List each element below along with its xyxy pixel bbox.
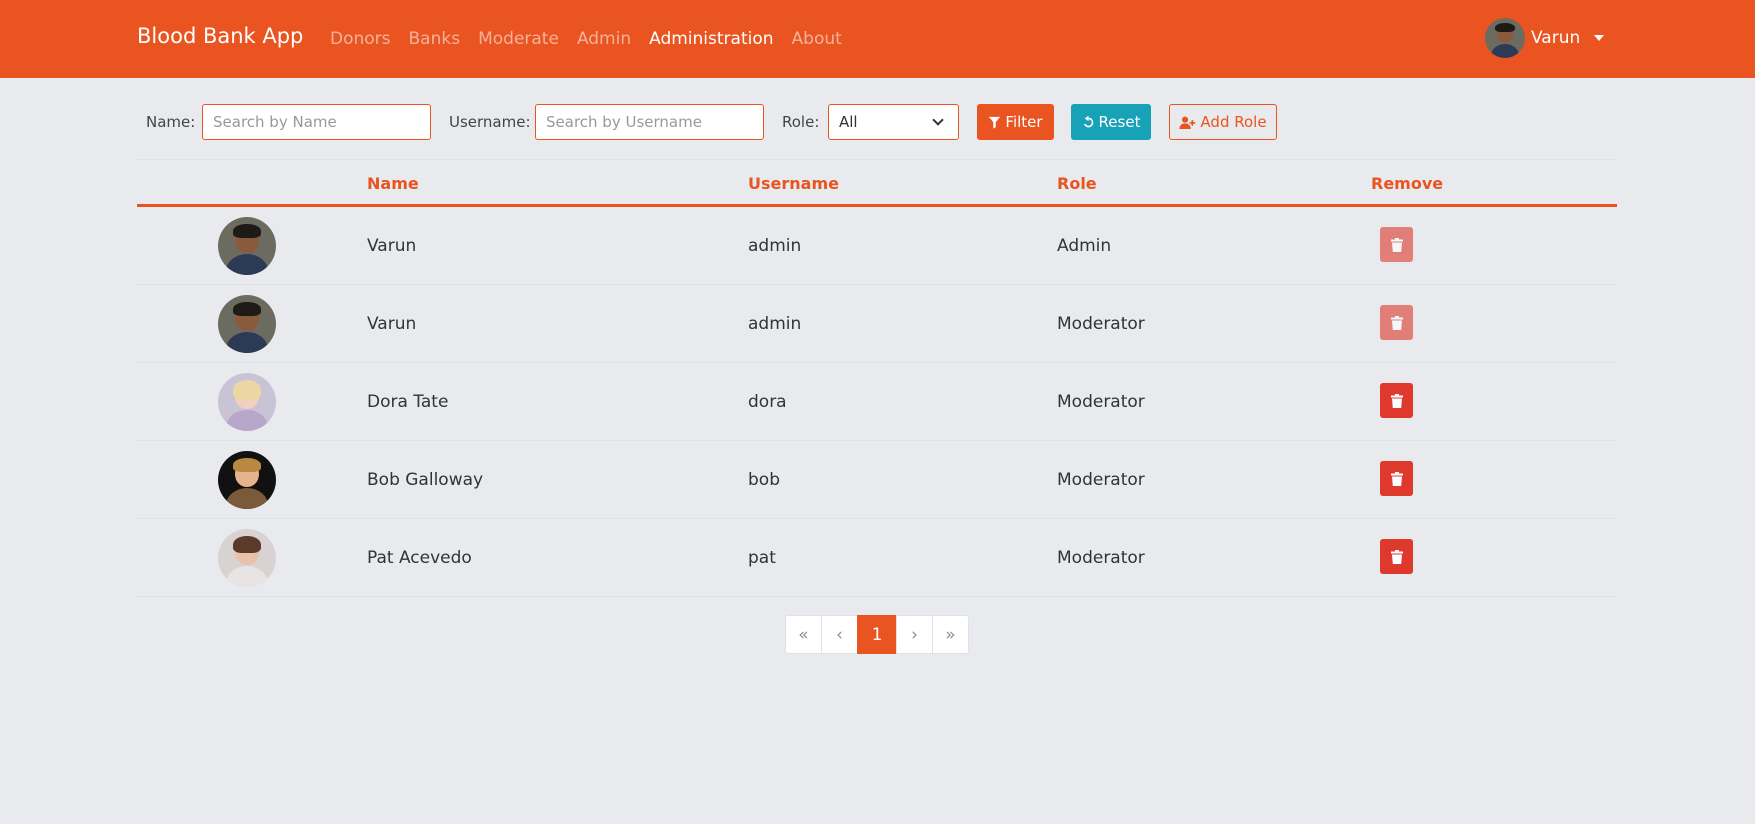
delete-button[interactable]: [1380, 383, 1413, 418]
pagination-last[interactable]: »: [932, 615, 969, 654]
nav-link-moderate[interactable]: Moderate: [478, 29, 559, 49]
user-name: Varun: [1531, 28, 1581, 48]
role-select-value: All: [839, 113, 858, 131]
user-menu-toggle[interactable]: Varun: [1485, 18, 1605, 58]
row-name: Pat Acevedo: [367, 548, 472, 568]
filter-button-label: Filter: [1005, 113, 1043, 131]
row-role: Moderator: [1057, 470, 1145, 490]
caret-down-icon: [1594, 35, 1605, 41]
row-name: Dora Tate: [367, 392, 449, 412]
row-name: Varun: [367, 314, 417, 334]
add-role-button[interactable]: Add Role: [1169, 104, 1277, 140]
delete-button[interactable]: [1380, 461, 1413, 496]
male-avatar-light: [218, 451, 276, 509]
male-avatar-dark: [218, 295, 276, 353]
row-username: bob: [748, 470, 780, 490]
name-label: Name:: [146, 113, 196, 131]
table-row: Bob Galloway bob Moderator: [137, 441, 1617, 519]
table-row: Varun admin Admin: [137, 207, 1617, 285]
female-avatar-brunette: [218, 529, 276, 587]
brand-title[interactable]: Blood Bank App: [137, 24, 303, 48]
row-role: Moderator: [1057, 314, 1145, 334]
row-role: Admin: [1057, 236, 1112, 256]
row-username: admin: [748, 314, 802, 334]
trash-icon: [1390, 315, 1403, 330]
header-role[interactable]: Role: [1057, 174, 1097, 193]
table-row: Pat Acevedo pat Moderator: [137, 519, 1617, 597]
header-username[interactable]: Username: [748, 174, 839, 193]
username-label: Username:: [449, 113, 531, 131]
delete-button[interactable]: [1380, 539, 1413, 574]
row-username: admin: [748, 236, 802, 256]
reset-button-label: Reset: [1098, 113, 1141, 131]
nav-links: Donors Banks Moderate Admin Administrati…: [330, 29, 842, 49]
pagination: « ‹ 1 › »: [785, 615, 969, 654]
nav-link-banks[interactable]: Banks: [409, 29, 461, 49]
filter-button[interactable]: Filter: [977, 104, 1054, 140]
pagination-next[interactable]: ›: [896, 615, 933, 654]
nav-link-admin[interactable]: Admin: [577, 29, 631, 49]
pagination-prev[interactable]: ‹: [821, 615, 858, 654]
filter-bar: Name: Username: Role: All Filter Reset A…: [146, 104, 1277, 142]
row-name: Bob Galloway: [367, 470, 484, 490]
row-username: dora: [748, 392, 787, 412]
reset-button[interactable]: Reset: [1071, 104, 1151, 140]
nav-link-donors[interactable]: Donors: [330, 29, 391, 49]
male-avatar-dark: [218, 217, 276, 275]
nav-link-administration[interactable]: Administration: [649, 29, 773, 49]
add-role-button-label: Add Role: [1200, 113, 1267, 131]
user-plus-icon: [1179, 116, 1196, 129]
table-row: Dora Tate dora Moderator: [137, 363, 1617, 441]
delete-button: [1380, 305, 1413, 340]
female-avatar-blonde: [218, 373, 276, 431]
row-role: Moderator: [1057, 548, 1145, 568]
chevron-down-icon: [932, 114, 944, 126]
trash-icon: [1390, 237, 1403, 252]
header-name[interactable]: Name: [367, 174, 419, 193]
trash-icon: [1390, 393, 1403, 408]
roles-table: Name Username Role Remove Varun admin Ad…: [137, 159, 1617, 597]
name-search-input[interactable]: [202, 104, 431, 140]
top-navbar: Blood Bank App Donors Banks Moderate Adm…: [0, 0, 1755, 78]
delete-button: [1380, 227, 1413, 262]
user-avatar: [1485, 18, 1525, 58]
filter-icon: [989, 116, 1001, 129]
table-row: Varun admin Moderator: [137, 285, 1617, 363]
role-select[interactable]: All: [828, 104, 959, 140]
username-search-input[interactable]: [535, 104, 764, 140]
row-name: Varun: [367, 236, 417, 256]
nav-link-about[interactable]: About: [792, 29, 842, 49]
trash-icon: [1390, 549, 1403, 564]
trash-icon: [1390, 471, 1403, 486]
role-label: Role:: [782, 113, 820, 131]
pagination-first[interactable]: «: [785, 615, 822, 654]
undo-icon: [1083, 115, 1093, 127]
row-username: pat: [748, 548, 776, 568]
header-remove: Remove: [1371, 174, 1444, 193]
pagination-current-page[interactable]: 1: [857, 615, 897, 654]
row-role: Moderator: [1057, 392, 1145, 412]
table-header: Name Username Role Remove: [137, 159, 1617, 207]
